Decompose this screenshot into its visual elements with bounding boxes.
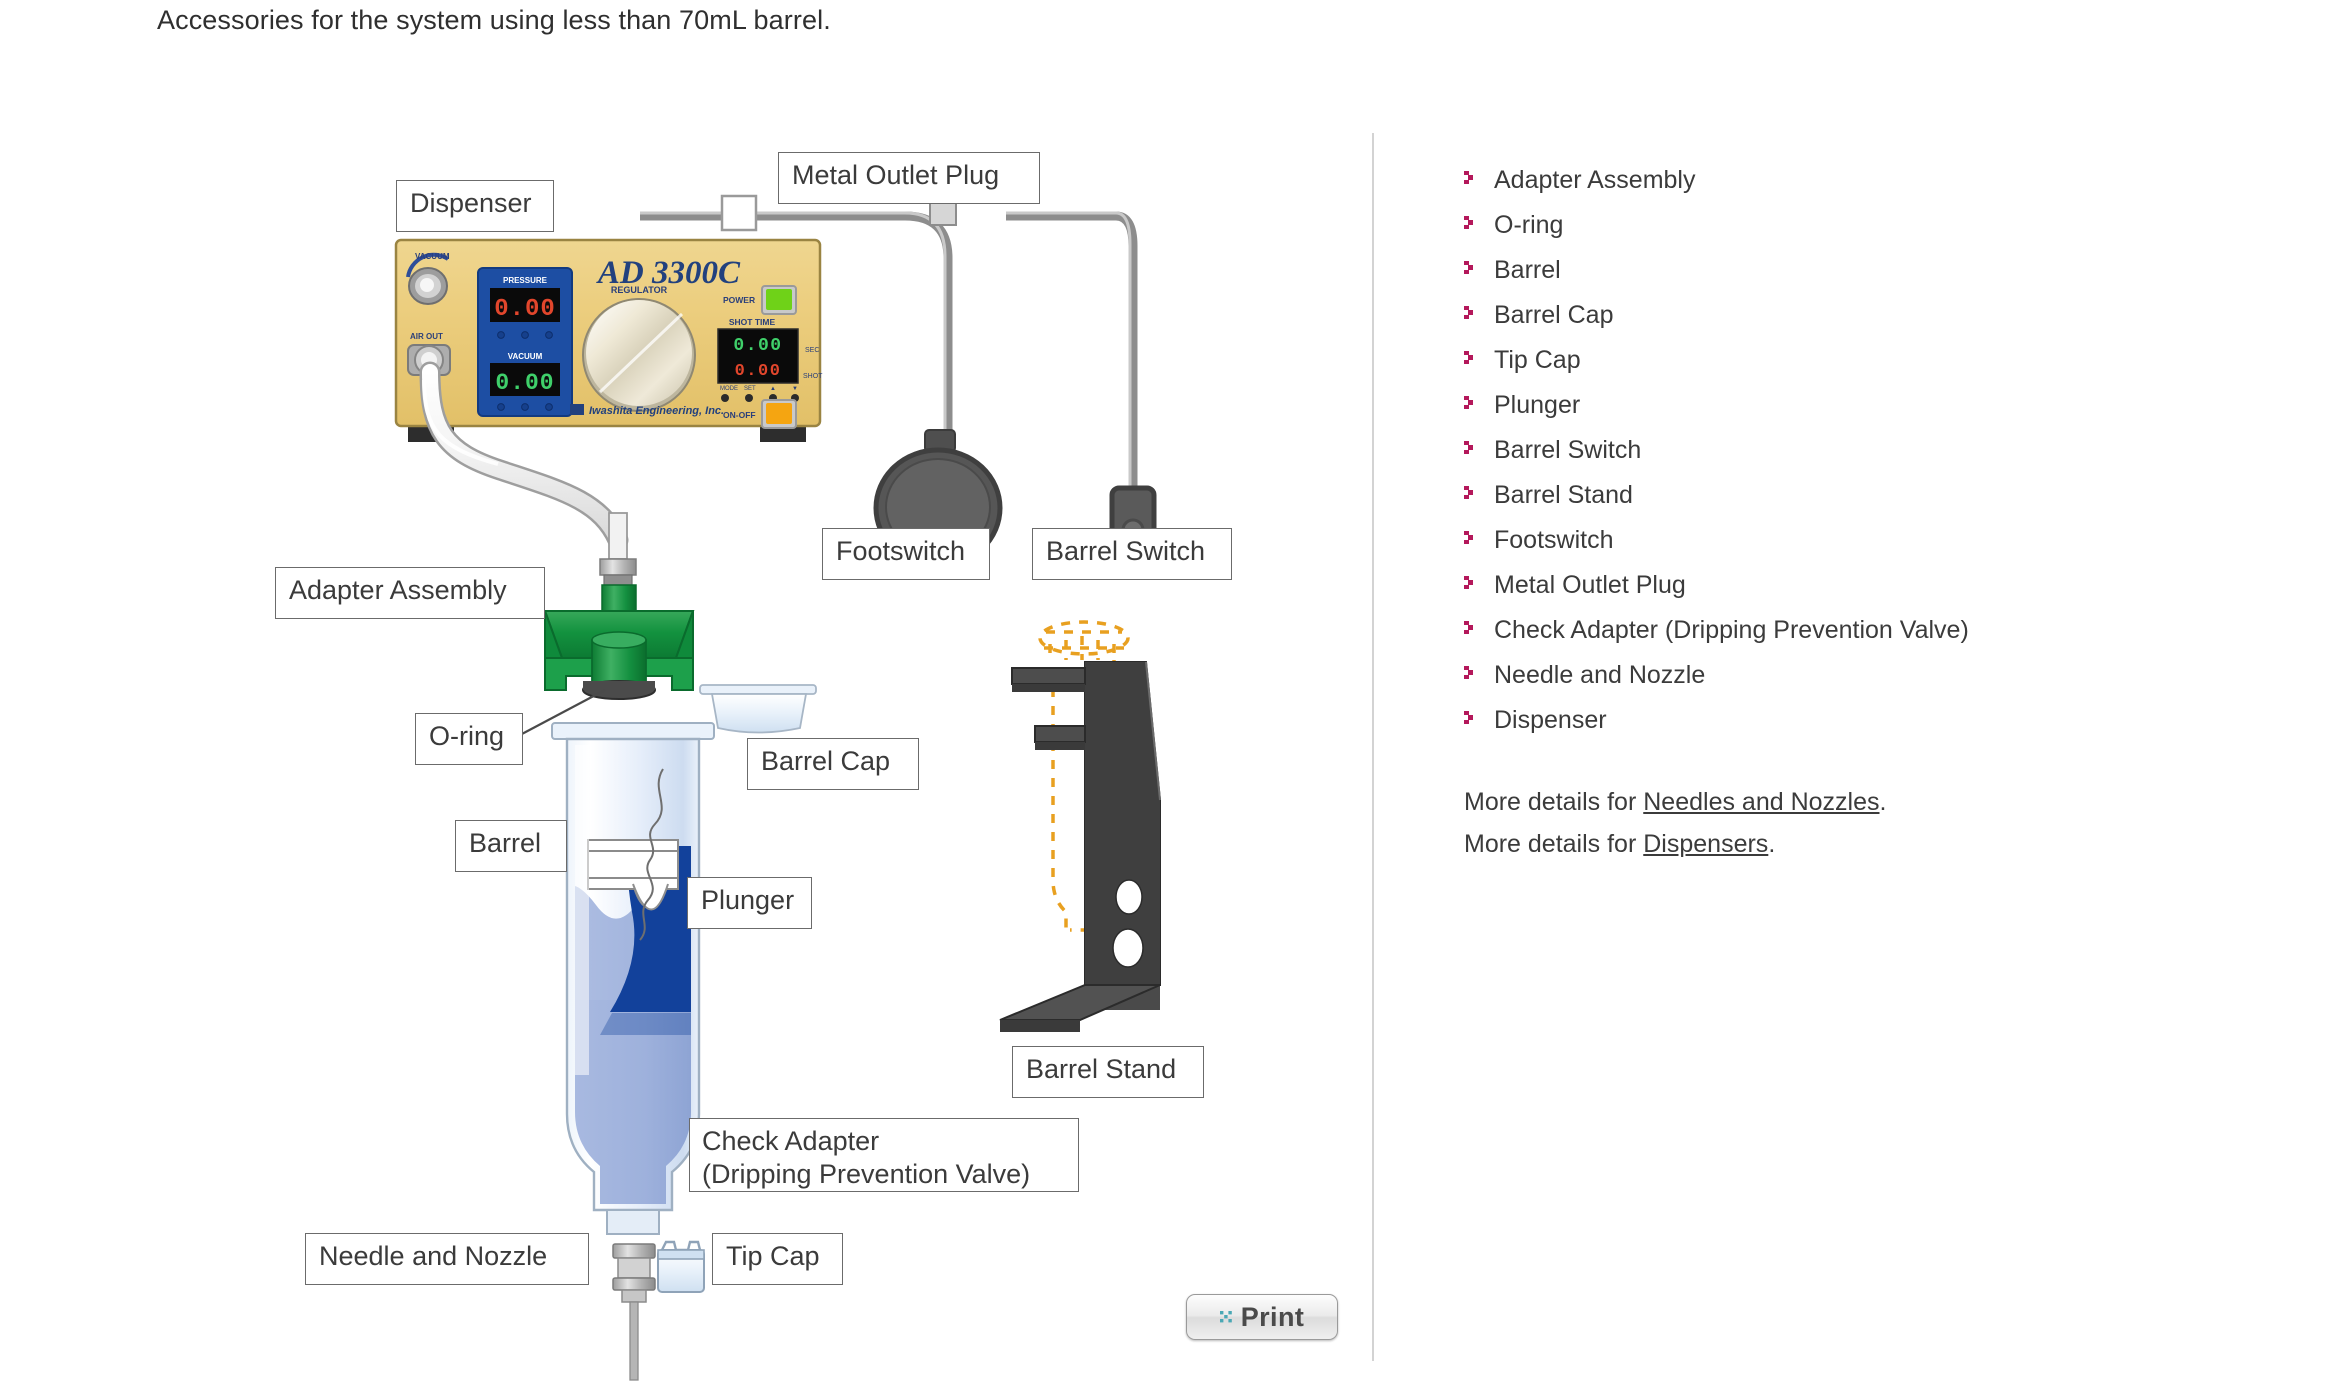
- arrow-bullet-icon: [1464, 216, 1477, 234]
- list-item-label: Barrel Switch: [1494, 436, 1642, 464]
- svg-text:POWER: POWER: [723, 295, 755, 305]
- svg-text:Iwashita Engineering, Inc.: Iwashita Engineering, Inc.: [589, 405, 724, 417]
- svg-text:0.00: 0.00: [495, 370, 554, 396]
- arrow-bullet-icon: [1464, 396, 1477, 414]
- more-details-prefix-2: More details for: [1464, 830, 1644, 858]
- list-item[interactable]: O-ring: [1464, 203, 2244, 248]
- callout-plunger: Plunger: [687, 877, 812, 929]
- arrow-bullet-icon: [1464, 486, 1477, 504]
- check-adapter-line-2: (Dripping Prevention Valve): [702, 1159, 1031, 1190]
- list-item[interactable]: Needle and Nozzle: [1464, 653, 2244, 698]
- svg-text:ON-OFF: ON-OFF: [723, 410, 756, 420]
- needle-and-nozzle-art: [612, 1243, 656, 1381]
- list-item-label: O-ring: [1494, 211, 1564, 239]
- print-arrow-icon: [1219, 1311, 1232, 1323]
- arrow-bullet-icon: [1464, 666, 1477, 684]
- arrow-bullet-icon: [1464, 621, 1477, 639]
- svg-text:VACUUM: VACUUM: [508, 352, 543, 361]
- svg-text:SHOT TIME: SHOT TIME: [729, 317, 776, 327]
- accessories-diagram: AD 3300C VACUUM AIR OUT PRESSURE 0.00 VA…: [0, 0, 1372, 1385]
- callout-tip-cap: Tip Cap: [712, 1233, 843, 1285]
- callout-barrel-cap: Barrel Cap: [747, 738, 919, 790]
- list-item[interactable]: Metal Outlet Plug: [1464, 563, 2244, 608]
- svg-text:0.00: 0.00: [733, 336, 782, 356]
- svg-text:▲: ▲: [770, 386, 776, 392]
- list-item-label: Barrel Cap: [1494, 301, 1614, 329]
- svg-text:SHOT: SHOT: [803, 373, 823, 380]
- list-item-label: Adapter Assembly: [1494, 166, 1696, 194]
- arrow-bullet-icon: [1464, 711, 1477, 729]
- callout-o-ring: O-ring: [415, 713, 523, 765]
- list-item[interactable]: Footswitch: [1464, 518, 2244, 563]
- arrow-bullet-icon: [1464, 351, 1477, 369]
- list-item-label: Dispenser: [1494, 706, 1607, 734]
- list-item-label: Plunger: [1494, 391, 1581, 419]
- list-item[interactable]: Barrel: [1464, 248, 2244, 293]
- list-item-label: Metal Outlet Plug: [1494, 571, 1686, 599]
- more-details-dispensers: More details for Dispensers.: [1464, 823, 2244, 865]
- barrel-stand-art: [999, 620, 1161, 1032]
- svg-text:PRESSURE: PRESSURE: [503, 276, 548, 285]
- svg-text:▼: ▼: [792, 386, 798, 392]
- print-button[interactable]: Print: [1186, 1294, 1338, 1340]
- callout-footswitch: Footswitch: [822, 528, 990, 580]
- accessories-list-column: Adapter Assembly O-ring Barrel Barrel Ca…: [1464, 158, 2244, 865]
- list-item-label: Barrel Stand: [1494, 481, 1633, 509]
- svg-text:0.00: 0.00: [735, 362, 782, 381]
- svg-text:AIR OUT: AIR OUT: [410, 332, 443, 341]
- arrow-bullet-icon: [1464, 441, 1477, 459]
- callout-check-adapter: Check Adapter (Dripping Prevention Valve…: [689, 1118, 1079, 1192]
- list-item-label: Check Adapter (Dripping Prevention Valve…: [1494, 616, 1969, 644]
- list-item[interactable]: Plunger: [1464, 383, 2244, 428]
- more-details-suffix-2: .: [1768, 830, 1776, 858]
- list-item[interactable]: Barrel Cap: [1464, 293, 2244, 338]
- dispensers-link[interactable]: Dispensers: [1643, 830, 1768, 858]
- list-item[interactable]: Adapter Assembly: [1464, 158, 2244, 203]
- page-root: Accessories for the system using less th…: [0, 0, 2352, 1385]
- callout-metal-outlet-plug: Metal Outlet Plug: [778, 152, 1040, 204]
- arrow-bullet-icon: [1464, 576, 1477, 594]
- needles-and-nozzles-link[interactable]: Needles and Nozzles: [1643, 788, 1879, 816]
- list-item-label: Needle and Nozzle: [1494, 661, 1706, 689]
- list-item[interactable]: Tip Cap: [1464, 338, 2244, 383]
- diagram-svg: AD 3300C VACUUM AIR OUT PRESSURE 0.00 VA…: [394, 194, 1161, 1381]
- callout-barrel-switch: Barrel Switch: [1032, 528, 1232, 580]
- barrel-cap-art: [699, 684, 817, 734]
- list-item[interactable]: Barrel Switch: [1464, 428, 2244, 473]
- list-item-label: Barrel: [1494, 256, 1561, 284]
- list-item-label: Tip Cap: [1494, 346, 1581, 374]
- svg-text:SEC: SEC: [805, 347, 819, 354]
- callout-dispenser: Dispenser: [396, 180, 554, 232]
- arrow-bullet-icon: [1464, 261, 1477, 279]
- svg-text:SET: SET: [744, 386, 756, 392]
- arrow-bullet-icon: [1464, 306, 1477, 324]
- svg-text:VACUUM: VACUUM: [415, 252, 450, 261]
- dispenser-unit: AD 3300C VACUUM AIR OUT PRESSURE 0.00 VA…: [394, 238, 823, 442]
- callout-adapter-assembly: Adapter Assembly: [275, 567, 545, 619]
- more-details-prefix-1: More details for: [1464, 788, 1644, 816]
- callout-needle-and-nozzle: Needle and Nozzle: [305, 1233, 589, 1285]
- more-details-needles: More details for Needles and Nozzles.: [1464, 781, 2244, 823]
- svg-text:REGULATOR: REGULATOR: [611, 285, 668, 295]
- arrow-bullet-icon: [1464, 531, 1477, 549]
- check-adapter-line-1: Check Adapter: [702, 1126, 880, 1156]
- callout-barrel: Barrel: [455, 820, 567, 872]
- list-item[interactable]: Check Adapter (Dripping Prevention Valve…: [1464, 608, 2134, 653]
- arrow-bullet-icon: [1464, 171, 1477, 189]
- list-item[interactable]: Barrel Stand: [1464, 473, 2244, 518]
- list-item[interactable]: Dispenser: [1464, 698, 2244, 743]
- tip-cap-art: [657, 1240, 705, 1293]
- callout-barrel-stand: Barrel Stand: [1012, 1046, 1204, 1098]
- more-details-suffix-1: .: [1879, 788, 1887, 816]
- adapter-assembly-art: [543, 512, 695, 700]
- svg-text:0.00: 0.00: [494, 296, 556, 323]
- list-item-label: Footswitch: [1494, 526, 1614, 554]
- svg-text:MODE: MODE: [720, 386, 738, 392]
- column-divider: [1372, 133, 1374, 1361]
- print-button-label: Print: [1240, 1301, 1305, 1332]
- more-details-block: More details for Needles and Nozzles. Mo…: [1464, 781, 2244, 865]
